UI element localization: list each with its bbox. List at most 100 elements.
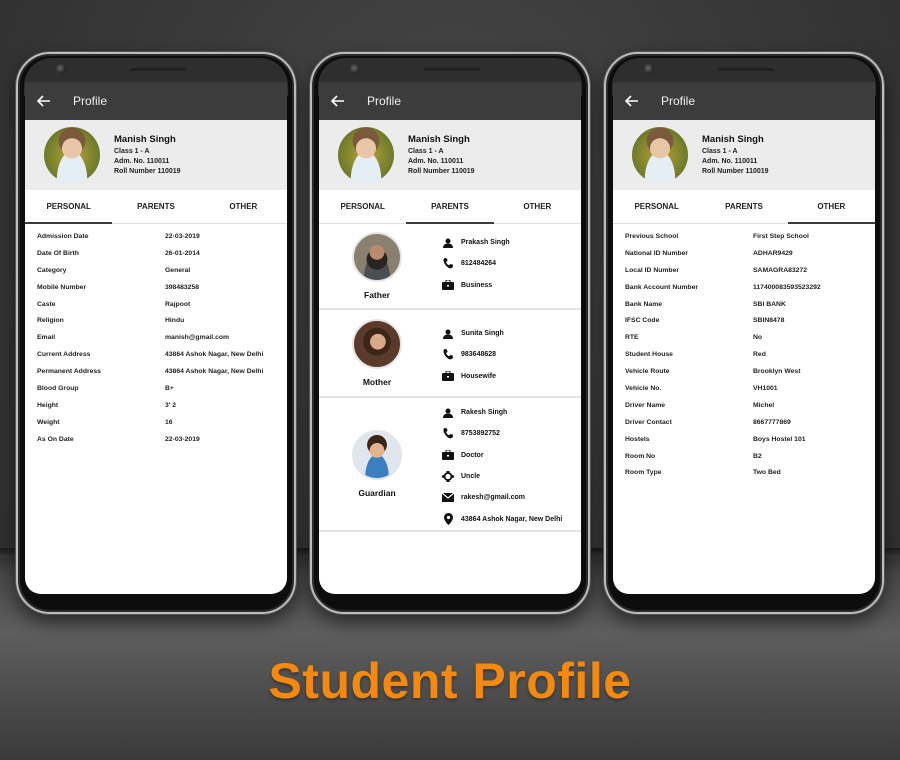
field-row: National ID Number ADHAR9429 bbox=[625, 245, 875, 262]
student-avatar bbox=[632, 127, 688, 183]
student-avatar bbox=[338, 127, 394, 183]
field-value: B2 bbox=[753, 452, 762, 460]
tab-parents[interactable]: PARENTS bbox=[700, 190, 787, 223]
field-value: SAMAGRA83272 bbox=[753, 266, 808, 274]
field-label: As On Date bbox=[37, 435, 74, 443]
field-label: National ID Number bbox=[625, 249, 689, 257]
field-label: Permanent Address bbox=[37, 368, 101, 376]
camera-icon bbox=[56, 64, 66, 74]
field-row: Previous School First Step School bbox=[625, 228, 875, 245]
field-label: IFSC Code bbox=[625, 317, 660, 325]
guardian-occupation: Doctor bbox=[441, 445, 581, 466]
field-row: Driver Contact 8667777869 bbox=[625, 414, 875, 431]
parent-card-guardian: Guardian Rakesh Singh 8753892752 Doctor bbox=[319, 398, 581, 532]
student-roll-no: Roll Number 110019 bbox=[702, 167, 769, 175]
student-class: Class 1 - A bbox=[114, 147, 150, 155]
field-label: Room No bbox=[625, 452, 656, 460]
parent-card-father: Father Prakash Singh 812484264 Business bbox=[319, 224, 581, 310]
field-value: Hindu bbox=[165, 317, 185, 325]
camera-icon bbox=[350, 64, 360, 74]
field-row: As On Date 22-03-2019 bbox=[37, 431, 287, 448]
field-row: Current Address 43864 Ashok Nagar, New De… bbox=[37, 346, 287, 363]
parent-occupation: Business bbox=[441, 275, 581, 296]
field-value: B+ bbox=[165, 384, 174, 392]
phone-icon bbox=[441, 258, 455, 270]
field-value: SBIN8478 bbox=[753, 317, 785, 325]
page-title: Profile bbox=[73, 94, 108, 108]
relation-label: Guardian bbox=[358, 488, 396, 498]
parent-phone[interactable]: 983648628 bbox=[441, 344, 581, 365]
speaker-grille bbox=[424, 68, 480, 71]
mail-icon bbox=[441, 492, 455, 504]
field-row: Weight 16 bbox=[37, 414, 287, 431]
parent-name: Prakash Singh bbox=[441, 232, 581, 253]
field-value: Michel bbox=[753, 401, 775, 409]
relation-label: Father bbox=[364, 290, 390, 300]
field-value: ADHAR9429 bbox=[753, 249, 793, 257]
tab-parents[interactable]: PARENTS bbox=[406, 190, 494, 224]
arrow-left-icon[interactable] bbox=[625, 93, 641, 109]
field-value: 16 bbox=[165, 418, 173, 426]
field-label: Email bbox=[37, 334, 56, 342]
person-icon bbox=[441, 328, 455, 340]
field-value: 22-03-2019 bbox=[165, 435, 200, 443]
student-name: Manish Singh bbox=[702, 133, 764, 145]
field-value: Red bbox=[753, 351, 766, 359]
field-value: General bbox=[165, 266, 191, 274]
tab-personal[interactable]: PERSONAL bbox=[319, 190, 406, 223]
camera-icon bbox=[644, 64, 654, 74]
field-value: 117400083593523292 bbox=[753, 283, 821, 291]
phone-icon bbox=[441, 428, 455, 440]
field-label: Vehicle No. bbox=[625, 384, 662, 392]
tab-personal[interactable]: PERSONAL bbox=[613, 190, 700, 223]
person-icon bbox=[441, 407, 455, 419]
arrow-left-icon[interactable] bbox=[331, 93, 347, 109]
field-label: Vehicle Route bbox=[625, 368, 670, 376]
parent-phone[interactable]: 812484264 bbox=[441, 253, 581, 274]
field-row: Height 3' 2 bbox=[37, 397, 287, 414]
student-name: Manish Singh bbox=[408, 133, 470, 145]
footer-title: Student Profile bbox=[268, 653, 632, 709]
field-label: RTE bbox=[625, 334, 639, 342]
briefcase-icon bbox=[441, 370, 455, 382]
guardian-phone[interactable]: 8753892752 bbox=[441, 423, 581, 444]
field-row: Date Of Birth 26-01-2014 bbox=[37, 245, 287, 262]
tab-other[interactable]: OTHER bbox=[200, 190, 287, 223]
phone-icon bbox=[441, 349, 455, 361]
guardian-email[interactable]: rakesh@gmail.com bbox=[441, 487, 581, 508]
field-row: Religion Hindu bbox=[37, 312, 287, 329]
student-class: Class 1 - A bbox=[408, 147, 444, 155]
parent-card-mother: Mother Sunita Singh 983648628 Housewife bbox=[319, 310, 581, 398]
field-label: Room Type bbox=[625, 469, 662, 477]
tab-other[interactable]: OTHER bbox=[494, 190, 581, 223]
father-photo bbox=[352, 232, 402, 282]
field-value: 43864 Ashok Nagar, New Delhi bbox=[165, 351, 264, 359]
field-row: Admission Date 22-03-2019 bbox=[37, 228, 287, 245]
student-roll-no: Roll Number 110019 bbox=[408, 167, 475, 175]
field-value: manish@gmail.com bbox=[165, 334, 230, 342]
tab-other[interactable]: OTHER bbox=[787, 190, 875, 224]
field-value: No bbox=[753, 334, 763, 342]
field-value: 398483258 bbox=[165, 283, 200, 291]
arrow-left-icon[interactable] bbox=[37, 93, 53, 109]
location-pin-icon bbox=[441, 513, 455, 526]
field-value: 22-03-2019 bbox=[165, 232, 200, 240]
screen: Profile Manish Singh Class 1 - A Adm. No… bbox=[25, 82, 287, 594]
field-value: Boys Hostel 101 bbox=[753, 435, 806, 443]
field-row: Room Type Two Bed bbox=[625, 464, 875, 481]
field-row: Category General bbox=[37, 262, 287, 279]
field-value: Brooklyn West bbox=[753, 368, 801, 376]
phone-other: Profile Manish Singh Class 1 - A Adm. No… bbox=[604, 52, 884, 614]
field-label: Category bbox=[37, 266, 67, 274]
page-title: Profile bbox=[367, 94, 402, 108]
field-label: Height bbox=[37, 401, 59, 409]
field-label: Local ID Number bbox=[625, 266, 680, 274]
field-value: 43864 Ashok Nagar, New Delhi bbox=[165, 368, 264, 376]
screen: Profile Manish Singh Class 1 - A Adm. No… bbox=[319, 82, 581, 594]
field-row: Hostels Boys Hostel 101 bbox=[625, 431, 875, 448]
field-value: 3' 2 bbox=[165, 401, 177, 409]
tab-personal[interactable]: PERSONAL bbox=[25, 190, 113, 224]
tab-parents[interactable]: PARENTS bbox=[112, 190, 199, 223]
field-value: Rajpoot bbox=[165, 300, 191, 308]
field-value: First Step School bbox=[753, 232, 809, 240]
